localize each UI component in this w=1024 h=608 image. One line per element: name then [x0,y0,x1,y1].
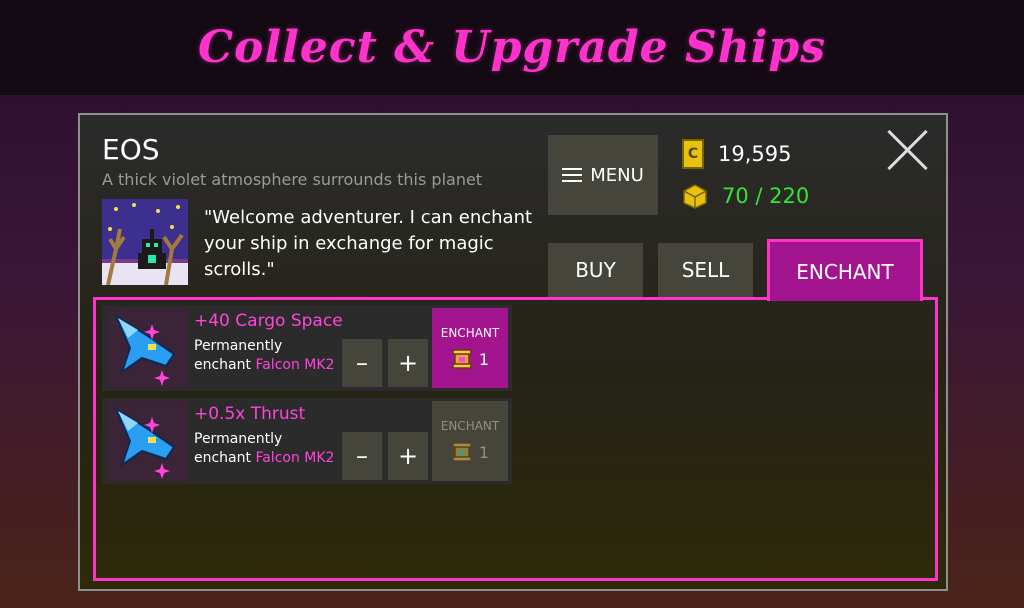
enchant-cost: 1 [451,348,489,370]
shop-panel: EOS A thick violet atmosphere surrounds … [78,113,948,591]
decrease-button[interactable]: – [342,339,382,387]
enchant-desc-line1: Permanently [194,431,283,447]
planet-description: A thick violet atmosphere surrounds this… [102,170,483,189]
enchant-button-label: ENCHANT [440,326,500,340]
enchant-desc-line1: Permanently [194,338,283,354]
enchant-desc-line2: enchant Falcon MK2 [194,357,334,373]
tab-buy[interactable]: BUY [548,243,643,297]
scroll-icon [452,349,472,369]
menu-button[interactable]: MENU [548,135,658,215]
enchant-cost-value: 1 [478,442,490,462]
enchant-bonus: +0.5x Thrust [194,404,306,424]
list-item: +0.5x Thrust Permanently enchant Falcon … [102,398,512,484]
merchant-greeting: "Welcome adventurer. I can enchant your … [204,207,533,280]
planet-name: EOS [102,133,160,166]
enchant-button[interactable]: ENCHANT 1 [432,401,508,481]
ship-icon [108,308,188,388]
cargo-value: 70 / 220 [722,184,810,208]
enchant-desc-prefix: enchant [194,357,251,373]
tab-enchant[interactable]: ENCHANT [767,239,923,301]
menu-label: MENU [590,164,644,186]
credits-value: 19,595 [718,142,792,166]
title-banner: Collect & Upgrade Ships [0,0,1024,95]
increase-button[interactable]: + [388,339,428,387]
list-item: +40 Cargo Space Permanently enchant Falc… [102,305,512,391]
banner-title: Collect & Upgrade Ships [198,22,826,73]
enchant-list: +40 Cargo Space Permanently enchant Falc… [93,297,938,581]
merchant-portrait [102,199,188,285]
close-button[interactable] [884,127,930,173]
cargo-display: 70 / 220 [682,183,809,209]
enchant-cost-value: 1 [478,349,490,369]
credits-icon: C [682,139,704,169]
ship-name: Falcon MK2 [255,357,335,373]
hamburger-icon [562,168,583,182]
ship-name: Falcon MK2 [255,450,335,466]
ship-icon [108,401,188,481]
enchant-button[interactable]: ENCHANT 1 [432,308,508,388]
tab-sell[interactable]: SELL [658,243,753,297]
credits-display: C 19,595 [682,139,791,169]
cargo-crate-icon [683,184,707,209]
enchant-cost: 1 [451,441,489,463]
decrease-button[interactable]: – [342,432,382,480]
enchant-button-label: ENCHANT [440,419,500,433]
enchant-desc-line2: enchant Falcon MK2 [194,450,334,466]
scroll-icon [452,442,472,462]
enchant-desc-prefix: enchant [194,450,251,466]
enchant-bonus: +40 Cargo Space [194,311,343,331]
increase-button[interactable]: + [388,432,428,480]
